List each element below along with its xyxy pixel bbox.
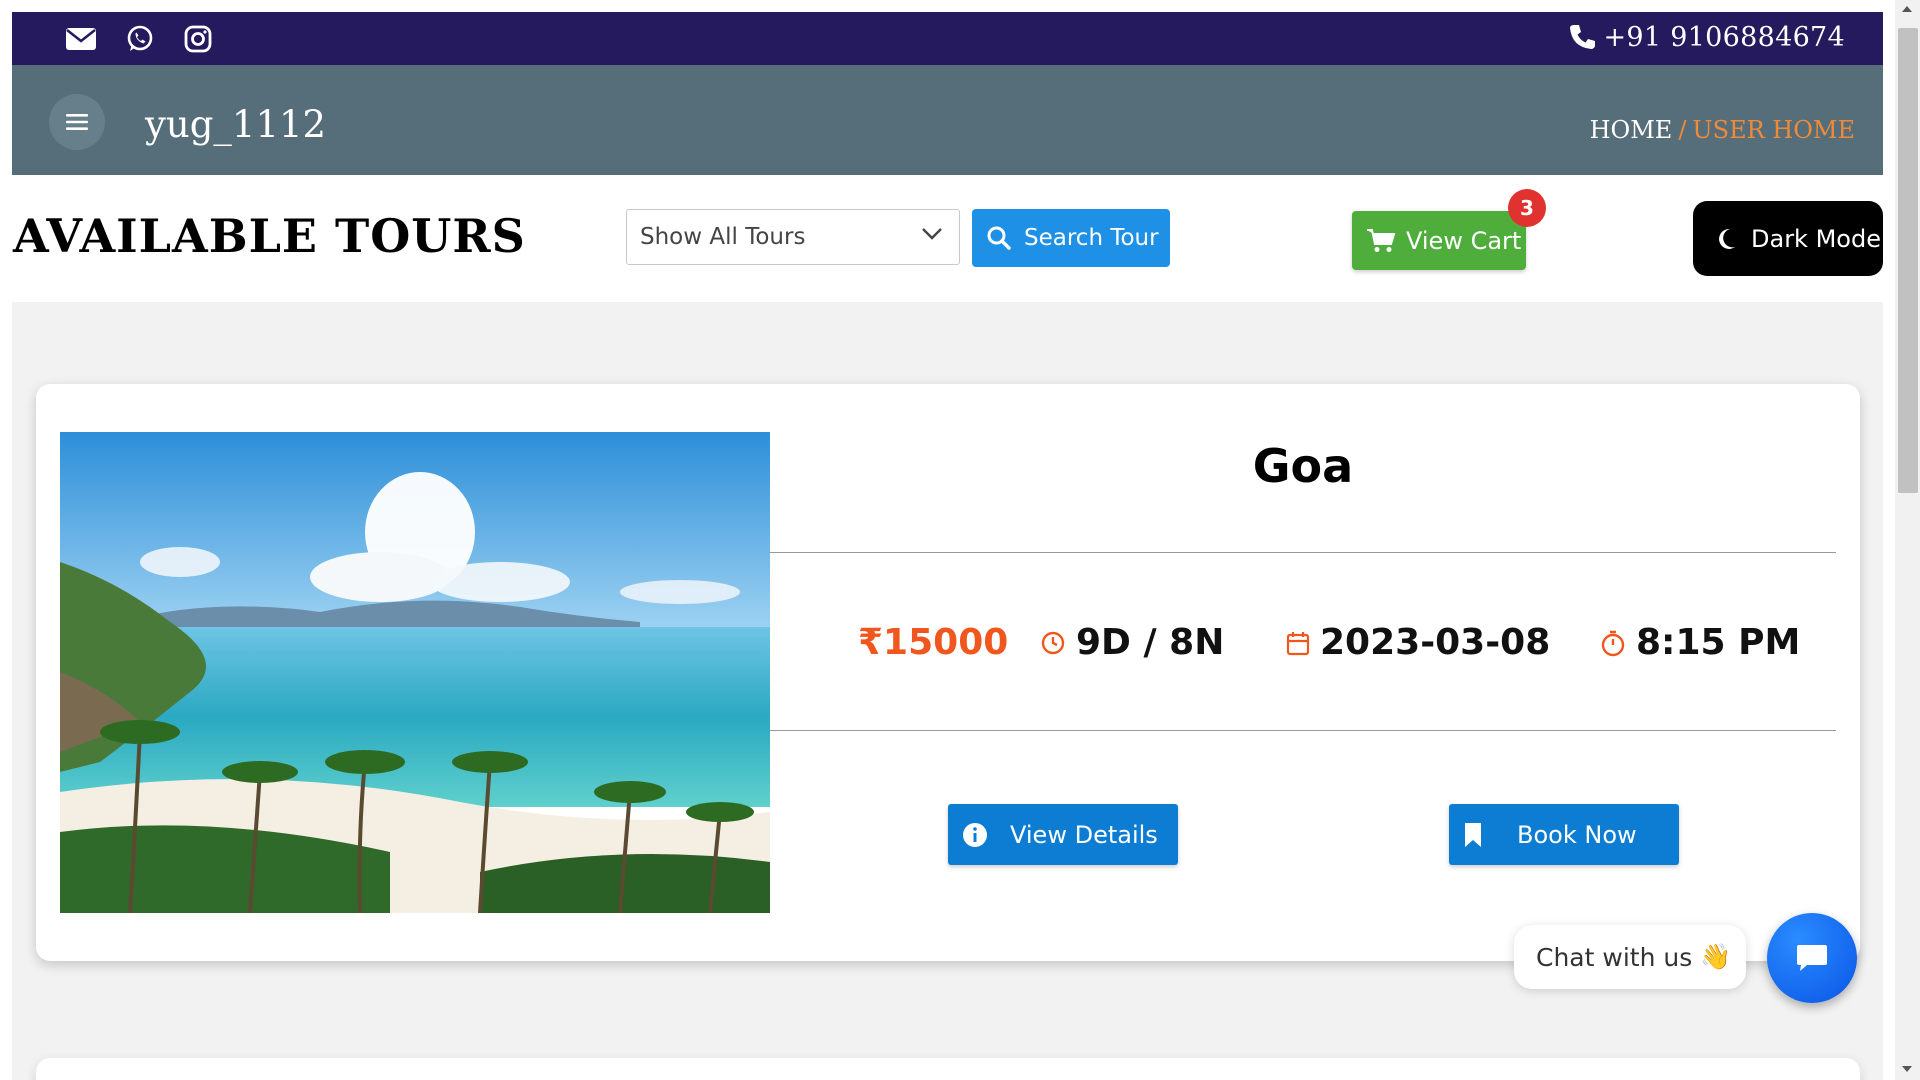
scrollbar-thumb[interactable]	[1898, 28, 1918, 493]
breadcrumb-separator: /	[1678, 116, 1687, 144]
tour-duration-value: 9D / 8N	[1076, 622, 1225, 663]
tour-price-value: ₹15000	[858, 622, 1009, 663]
page-title: AVAILABLE TOURS	[13, 209, 526, 263]
chat-with-us-bubble[interactable]: Chat with us 👋	[1514, 925, 1746, 989]
search-tour-label: Search Tour	[1024, 225, 1159, 251]
search-icon	[987, 226, 1011, 250]
book-now-button[interactable]: Book Now	[1449, 804, 1679, 865]
divider	[770, 730, 1836, 731]
clock-icon	[1041, 631, 1065, 654]
scroll-down-icon[interactable]	[1902, 1066, 1912, 1072]
tour-time: 8:15 PM	[1600, 622, 1800, 663]
search-tour-button[interactable]: Search Tour	[972, 209, 1170, 267]
page: +91 9106884674 yug_1112 HOME / USER HOME A…	[12, 12, 1883, 1080]
envelope-icon[interactable]	[65, 24, 97, 54]
dark-mode-label: Dark Mode	[1751, 224, 1881, 253]
dark-mode-toggle[interactable]: Dark Mode	[1693, 201, 1883, 276]
view-cart-label: View Cart	[1406, 226, 1522, 255]
bookmark-icon	[1465, 822, 1481, 847]
tour-duration: 9D / 8N	[1040, 622, 1224, 663]
menu-button[interactable]	[49, 94, 105, 150]
tour-filter-select[interactable]: Show All Tours	[626, 209, 960, 265]
waving-hand-icon: 👋	[1700, 942, 1732, 971]
breadcrumb-current: USER HOME	[1692, 116, 1855, 144]
info-icon	[963, 822, 987, 847]
breadcrumb-home[interactable]: HOME	[1590, 116, 1673, 144]
tour-date: 2023-03-08	[1286, 622, 1550, 663]
cart-count-badge: 3	[1508, 189, 1546, 227]
hamburger-icon	[66, 114, 88, 130]
tour-name: Goa	[1252, 439, 1354, 493]
phone-icon	[1570, 24, 1596, 49]
chat-label: Chat with us	[1536, 942, 1693, 972]
instagram-icon[interactable]	[182, 24, 214, 54]
divider	[770, 552, 1836, 553]
tour-card	[36, 1058, 1860, 1080]
tour-time-value: 8:15 PM	[1636, 622, 1801, 663]
top-contact-bar: +91 9106884674	[12, 12, 1883, 65]
tour-filter-value: Show All Tours	[640, 224, 806, 250]
timer-icon	[1601, 630, 1625, 656]
scroll-up-icon[interactable]	[1902, 6, 1912, 12]
header-nav: yug_1112 HOME / USER HOME	[12, 65, 1883, 175]
phone-number[interactable]: +91 9106884674	[1603, 22, 1845, 53]
view-details-label: View Details	[1010, 820, 1158, 849]
cart-icon	[1367, 228, 1396, 252]
tour-card: Goa ₹15000 9D / 8N 2023-03-08 8:15 PM Vi…	[36, 384, 1860, 961]
chat-launcher-button[interactable]	[1767, 913, 1857, 1003]
whatsapp-icon[interactable]	[124, 24, 156, 54]
phone-contact[interactable]: +91 9106884674	[1567, 22, 1845, 53]
username: yug_1112	[145, 103, 327, 146]
calendar-icon	[1286, 631, 1310, 655]
book-now-label: Book Now	[1517, 820, 1637, 849]
chat-icon	[1797, 945, 1827, 971]
tour-price: ₹15000	[858, 622, 1008, 663]
view-details-button[interactable]: View Details	[948, 804, 1178, 865]
chevron-down-icon	[922, 228, 942, 240]
tour-date-value: 2023-03-08	[1320, 622, 1551, 663]
breadcrumb: HOME / USER HOME	[1590, 116, 1855, 144]
moon-icon	[1719, 228, 1735, 249]
view-cart-button[interactable]: View Cart	[1352, 211, 1526, 270]
tour-image	[60, 432, 770, 913]
